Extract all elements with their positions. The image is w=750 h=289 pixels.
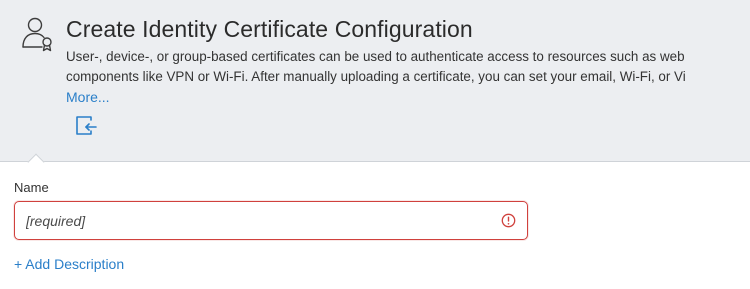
name-label: Name (14, 180, 49, 195)
add-description-link[interactable]: + Add Description (14, 256, 124, 272)
description-line-1: User-, device-, or group-based certifica… (66, 49, 685, 64)
error-icon (501, 213, 516, 228)
page-description: User-, device-, or group-based certifica… (66, 47, 750, 86)
import-icon[interactable] (74, 115, 98, 137)
user-certificate-icon (22, 17, 52, 52)
name-field[interactable] (14, 201, 528, 240)
page-title: Create Identity Certificate Configuratio… (66, 16, 473, 42)
header-panel: Create Identity Certificate Configuratio… (0, 0, 750, 162)
description-line-2: components like VPN or Wi-Fi. After manu… (66, 68, 686, 84)
more-link[interactable]: More... (66, 89, 110, 105)
page: Create Identity Certificate Configuratio… (0, 0, 750, 289)
name-input[interactable] (15, 202, 495, 239)
